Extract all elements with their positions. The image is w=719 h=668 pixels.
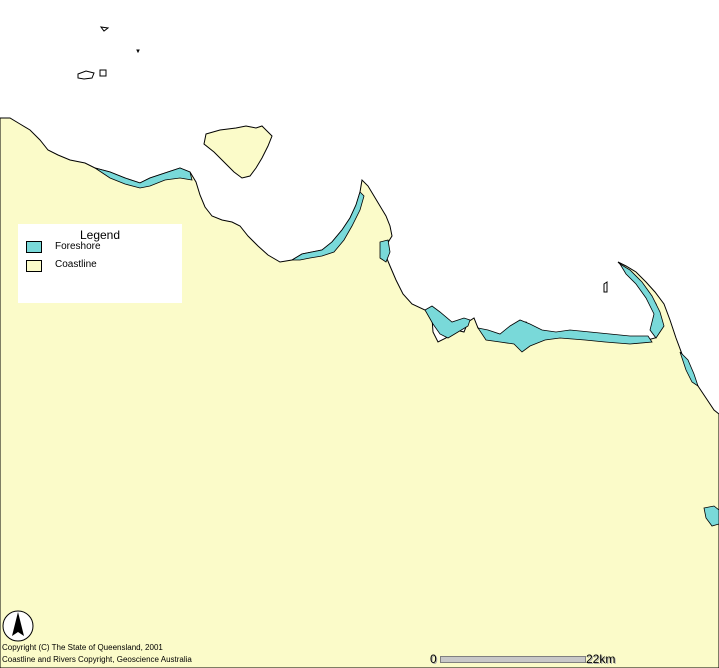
legend-title: Legend xyxy=(79,228,121,242)
scale-bar: 0 22km xyxy=(430,652,630,666)
legend-label-coastline: Coastline xyxy=(55,259,97,270)
legend-swatch-coastline xyxy=(26,260,42,272)
legend-swatch-foreshore xyxy=(26,241,42,253)
islet-north-4 xyxy=(136,49,140,54)
copyright-line-1: Copyright (C) The State of Queensland, 2… xyxy=(2,643,163,652)
legend-panel: Legend Foreshore Coastline xyxy=(18,224,182,303)
islet-east-1 xyxy=(603,281,608,293)
north-arrow xyxy=(2,610,34,642)
legend-label-foreshore: Foreshore xyxy=(55,241,101,252)
scale-bar-body xyxy=(440,656,586,663)
map-canvas[interactable] xyxy=(0,0,719,668)
scale-end-label: 22km xyxy=(586,652,616,666)
copyright-line-2: Coastline and Rivers Copyright, Geoscien… xyxy=(2,655,192,664)
scale-start-label: 0 xyxy=(430,652,437,666)
islet-north-2 xyxy=(99,69,107,77)
north-arrow-icon xyxy=(2,610,34,642)
